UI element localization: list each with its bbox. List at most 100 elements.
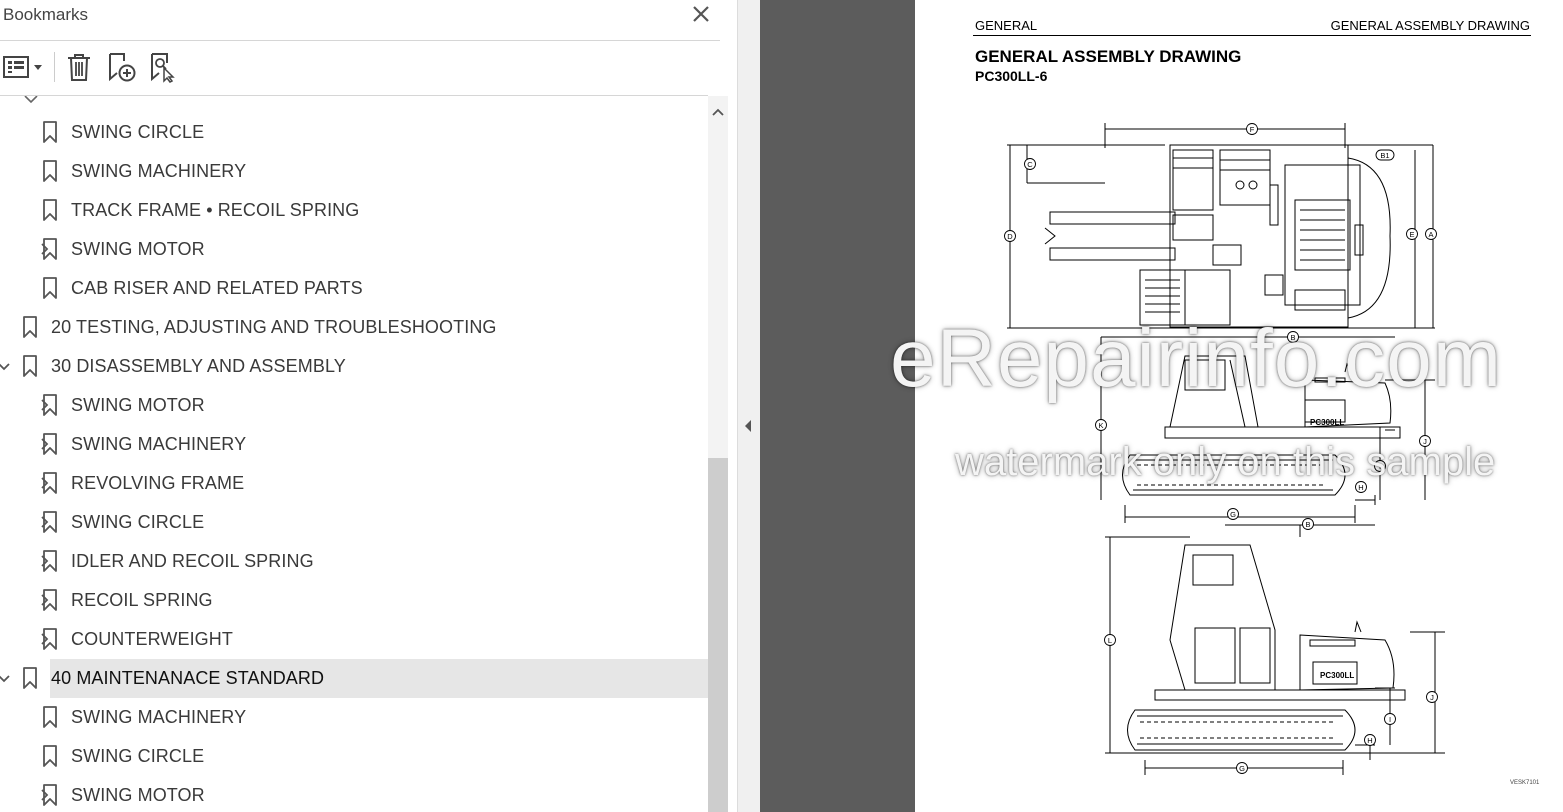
find-bookmark-icon — [151, 53, 175, 83]
bookmark-label: 40 MAINTENANACE STANDARD — [51, 668, 325, 688]
bookmark-label: SWING MACHINERY — [71, 161, 247, 181]
scroll-up-button[interactable] — [708, 100, 728, 124]
close-panel-button[interactable] — [690, 3, 712, 25]
bookmark-item[interactable]: 30 DISASSEMBLY AND ASSEMBLY — [0, 347, 708, 386]
watermark-domain: eRepairinfo.com — [890, 313, 1503, 404]
chevron-up-icon — [712, 108, 724, 116]
machine-label-1: PC300LL — [1310, 418, 1344, 427]
dimension-label: B — [1305, 520, 1310, 529]
bookmark-item[interactable]: TRACK FRAME • RECOIL SPRING — [0, 191, 708, 230]
bookmark-label: RECOIL SPRING — [71, 590, 213, 610]
bookmark-icon — [42, 706, 58, 728]
bookmark-item[interactable]: COUNTERWEIGHT — [0, 620, 708, 659]
dimension-label: I — [1389, 715, 1391, 724]
side-view-2 — [1105, 524, 1445, 775]
dimension-label: F — [1250, 125, 1255, 134]
dimension-label: E — [1409, 230, 1414, 239]
dimension-label: C — [1027, 160, 1033, 169]
delete-bookmark-button[interactable] — [62, 48, 96, 86]
bookmark-icon — [42, 238, 58, 260]
bookmark-label: REVOLVING FRAME — [71, 473, 245, 493]
bookmark-icon — [42, 628, 58, 650]
bookmark-label: CAB RISER AND RELATED PARTS — [71, 278, 363, 298]
dimension-label: D — [1007, 232, 1013, 241]
bookmark-item[interactable]: IDLER AND RECOIL SPRING — [0, 542, 708, 581]
bookmarks-panel: Bookmarks SWING CIRCLE SWING MACHINERY T… — [0, 0, 737, 812]
dimension-label: L — [1108, 636, 1112, 645]
bookmark-item[interactable]: 40 MAINTENANACE STANDARD — [0, 659, 708, 698]
bookmark-item[interactable]: 20 TESTING, ADJUSTING AND TROUBLESHOOTIN… — [0, 308, 708, 347]
list-options-icon — [3, 56, 42, 78]
bookmark-label: 30 DISASSEMBLY AND ASSEMBLY — [51, 356, 346, 376]
bookmark-label: SWING CIRCLE — [71, 746, 205, 766]
bookmark-icon — [42, 199, 58, 221]
watermark-note: watermark only on this sample — [955, 440, 1496, 484]
bookmark-label: 20 TESTING, ADJUSTING AND TROUBLESHOOTIN… — [51, 317, 497, 337]
bookmark-icon — [42, 550, 58, 572]
dimension-label: K — [1098, 421, 1103, 430]
bookmark-icon — [42, 121, 58, 143]
bookmark-label: SWING CIRCLE — [71, 512, 205, 532]
figure-code: VESK7101 — [1510, 780, 1540, 786]
dimension-label: B1 — [1380, 151, 1389, 160]
dimension-label: G — [1239, 764, 1245, 773]
document-page: GENERAL GENERAL ASSEMBLY DRAWING GENERAL… — [915, 0, 1563, 812]
new-bookmark-button[interactable] — [104, 48, 138, 86]
bookmark-label: SWING MOTOR — [71, 785, 205, 805]
dimension-label: J — [1430, 693, 1434, 702]
bookmark-icon — [42, 394, 58, 416]
bookmark-label: SWING MOTOR — [71, 395, 205, 415]
bookmark-item[interactable]: REVOLVING FRAME — [0, 464, 708, 503]
bookmark-label: TRACK FRAME • RECOIL SPRING — [71, 200, 360, 220]
collapse-panel-button[interactable] — [741, 414, 755, 438]
scrollbar-thumb[interactable] — [708, 458, 728, 812]
bookmark-item[interactable]: SWING MOTOR — [0, 776, 708, 812]
dimension-label: A — [1428, 230, 1433, 239]
chevron-down-icon[interactable] — [0, 358, 12, 374]
bookmark-icon — [42, 277, 58, 299]
bookmark-item[interactable]: SWING MOTOR — [0, 230, 708, 269]
panel-splitter[interactable] — [737, 0, 760, 812]
options-menu-button[interactable] — [0, 48, 46, 86]
bookmark-item[interactable]: RECOIL SPRING — [0, 581, 708, 620]
bookmark-item[interactable]: SWING CIRCLE — [0, 737, 708, 776]
bookmark-label: SWING MACHINERY — [71, 707, 247, 727]
bookmark-item[interactable]: SWING MACHINERY — [0, 152, 708, 191]
find-bookmark-button[interactable] — [146, 48, 180, 86]
trash-icon — [68, 54, 90, 81]
bookmark-icon — [42, 472, 58, 494]
bookmark-item[interactable]: SWING MACHINERY — [0, 698, 708, 737]
bookmark-label: SWING MACHINERY — [71, 434, 247, 454]
bookmark-icon — [42, 784, 58, 806]
close-icon — [693, 6, 709, 22]
chevron-down-icon[interactable] — [0, 670, 12, 686]
bookmark-item[interactable]: SWING MACHINERY — [0, 425, 708, 464]
bookmark-icon — [42, 511, 58, 533]
chevron-partial-icon — [24, 96, 38, 104]
panel-title: Bookmarks — [3, 5, 89, 24]
bookmark-item[interactable]: CAB RISER AND RELATED PARTS — [0, 269, 708, 308]
bookmarks-toolbar — [0, 48, 720, 86]
bookmark-icon — [42, 433, 58, 455]
machine-label-2: PC300LL — [1320, 671, 1354, 680]
bookmark-item[interactable]: SWING CIRCLE — [0, 113, 708, 152]
bookmark-icon — [22, 667, 38, 689]
dimension-label: G — [1230, 510, 1236, 519]
bookmark-label: SWING CIRCLE — [71, 122, 205, 142]
bookmark-icon — [22, 355, 38, 377]
bookmark-icon — [42, 745, 58, 767]
divider — [0, 40, 720, 41]
bookmark-label: SWING MOTOR — [71, 239, 205, 259]
bookmark-icon — [22, 316, 38, 338]
bookmark-icon — [42, 160, 58, 182]
top-view — [1007, 123, 1435, 329]
assembly-drawing: FCB1D E ABKJIHGBLJIHG PC300LL PC300LL — [1004, 123, 1445, 775]
dimension-label: H — [1367, 736, 1372, 745]
bookmark-item[interactable]: SWING MOTOR — [0, 386, 708, 425]
triangle-left-icon — [745, 420, 751, 432]
bookmark-tree: SWING CIRCLE SWING MACHINERY TRACK FRAME •… — [0, 96, 708, 812]
bookmark-item[interactable]: SWING CIRCLE — [0, 503, 708, 542]
add-bookmark-icon — [109, 53, 136, 82]
bookmark-label: IDLER AND RECOIL SPRING — [71, 551, 314, 571]
bookmark-icon — [42, 589, 58, 611]
